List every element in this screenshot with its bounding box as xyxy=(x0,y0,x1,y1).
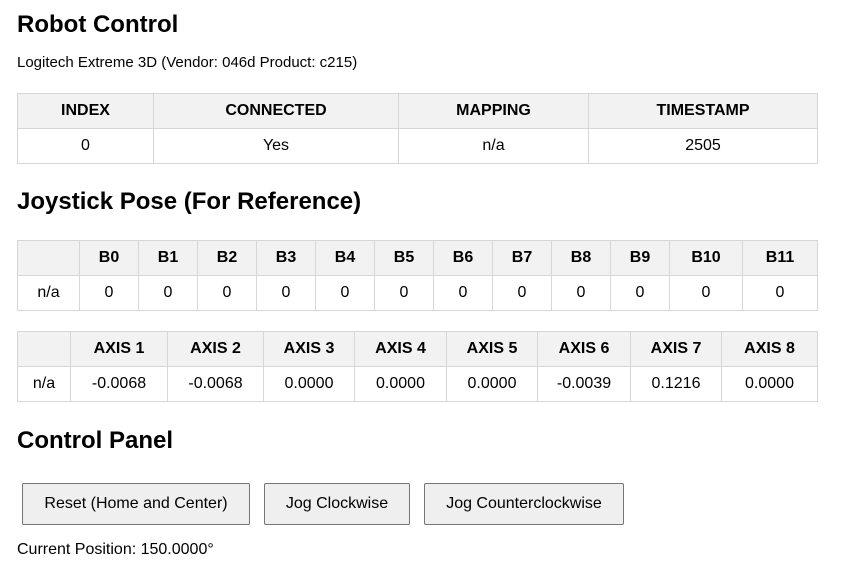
timestamp-cell: 2505 xyxy=(588,128,818,164)
connected-cell: Yes xyxy=(153,128,399,164)
column-header: INDEX xyxy=(17,93,154,129)
jog-counterclockwise-button[interactable]: Jog Counterclockwise xyxy=(424,483,624,525)
column-header: B7 xyxy=(492,240,552,276)
column-header: AXIS 1 xyxy=(70,331,168,367)
pose-section-title: Joystick Pose (For Reference) xyxy=(17,188,362,215)
axis-value-cell: -0.0068 xyxy=(167,366,264,402)
table-header-row: B0 B1 B2 B3 B4 B5 B6 B7 B8 B9 B10 B11 xyxy=(17,240,818,276)
column-header: TIMESTAMP xyxy=(588,93,818,129)
table-header-row: AXIS 1 AXIS 2 AXIS 3 AXIS 4 AXIS 5 AXIS … xyxy=(17,331,818,367)
axis-value-cell: -0.0068 xyxy=(70,366,168,402)
column-header: B6 xyxy=(433,240,493,276)
column-header: B0 xyxy=(79,240,139,276)
button-value-cell: 0 xyxy=(742,275,818,311)
table-row: 0 Yes n/a 2505 xyxy=(17,128,818,164)
table-row: n/a -0.0068 -0.0068 0.0000 0.0000 0.0000… xyxy=(17,366,818,402)
button-value-cell: 0 xyxy=(551,275,611,311)
column-header: B1 xyxy=(138,240,198,276)
button-value-cell: 0 xyxy=(197,275,257,311)
button-value-cell: 0 xyxy=(256,275,316,311)
axis-value-cell: 0.1216 xyxy=(630,366,722,402)
jog-clockwise-button[interactable]: Jog Clockwise xyxy=(264,483,410,525)
joystick-buttons-table: B0 B1 B2 B3 B4 B5 B6 B7 B8 B9 B10 B11 n/… xyxy=(17,240,818,311)
axis-value-cell: 0.0000 xyxy=(354,366,447,402)
button-value-cell: 0 xyxy=(433,275,493,311)
axis-value-cell: -0.0039 xyxy=(537,366,631,402)
mapping-cell: n/a xyxy=(398,128,589,164)
axis-value-cell: 0.0000 xyxy=(721,366,818,402)
column-header: B3 xyxy=(256,240,316,276)
row-label-cell: n/a xyxy=(17,275,80,311)
joystick-axes-table: AXIS 1 AXIS 2 AXIS 3 AXIS 4 AXIS 5 AXIS … xyxy=(17,331,818,402)
column-header: B10 xyxy=(669,240,743,276)
column-header: B2 xyxy=(197,240,257,276)
page-title: Robot Control xyxy=(17,11,179,38)
button-value-cell: 0 xyxy=(492,275,552,311)
column-header: AXIS 7 xyxy=(630,331,722,367)
gamepad-info-table: INDEX CONNECTED MAPPING TIMESTAMP 0 Yes … xyxy=(17,93,818,164)
table-header-row: INDEX CONNECTED MAPPING TIMESTAMP xyxy=(17,93,818,129)
column-header: AXIS 8 xyxy=(721,331,818,367)
column-header: CONNECTED xyxy=(153,93,399,129)
column-header: AXIS 4 xyxy=(354,331,447,367)
row-label-cell: n/a xyxy=(17,366,71,402)
column-header xyxy=(17,331,71,367)
index-cell: 0 xyxy=(17,128,154,164)
button-value-cell: 0 xyxy=(315,275,375,311)
current-position: Current Position: 150.0000° xyxy=(17,541,214,558)
axis-value-cell: 0.0000 xyxy=(446,366,538,402)
table-row: n/a 0 0 0 0 0 0 0 0 0 0 0 0 xyxy=(17,275,818,311)
column-header: B8 xyxy=(551,240,611,276)
column-header: AXIS 2 xyxy=(167,331,264,367)
column-header: B5 xyxy=(374,240,434,276)
button-value-cell: 0 xyxy=(610,275,670,311)
button-value-cell: 0 xyxy=(79,275,139,311)
device-name: Logitech Extreme 3D (Vendor: 046d Produc… xyxy=(17,54,358,71)
column-header: B4 xyxy=(315,240,375,276)
column-header xyxy=(17,240,80,276)
reset-button[interactable]: Reset (Home and Center) xyxy=(22,483,250,525)
column-header: B9 xyxy=(610,240,670,276)
column-header: AXIS 6 xyxy=(537,331,631,367)
button-value-cell: 0 xyxy=(374,275,434,311)
column-header: AXIS 3 xyxy=(263,331,355,367)
column-header: MAPPING xyxy=(398,93,589,129)
control-panel-title: Control Panel xyxy=(17,427,174,454)
axis-value-cell: 0.0000 xyxy=(263,366,355,402)
button-value-cell: 0 xyxy=(138,275,198,311)
button-value-cell: 0 xyxy=(669,275,743,311)
column-header: AXIS 5 xyxy=(446,331,538,367)
column-header: B11 xyxy=(742,240,818,276)
